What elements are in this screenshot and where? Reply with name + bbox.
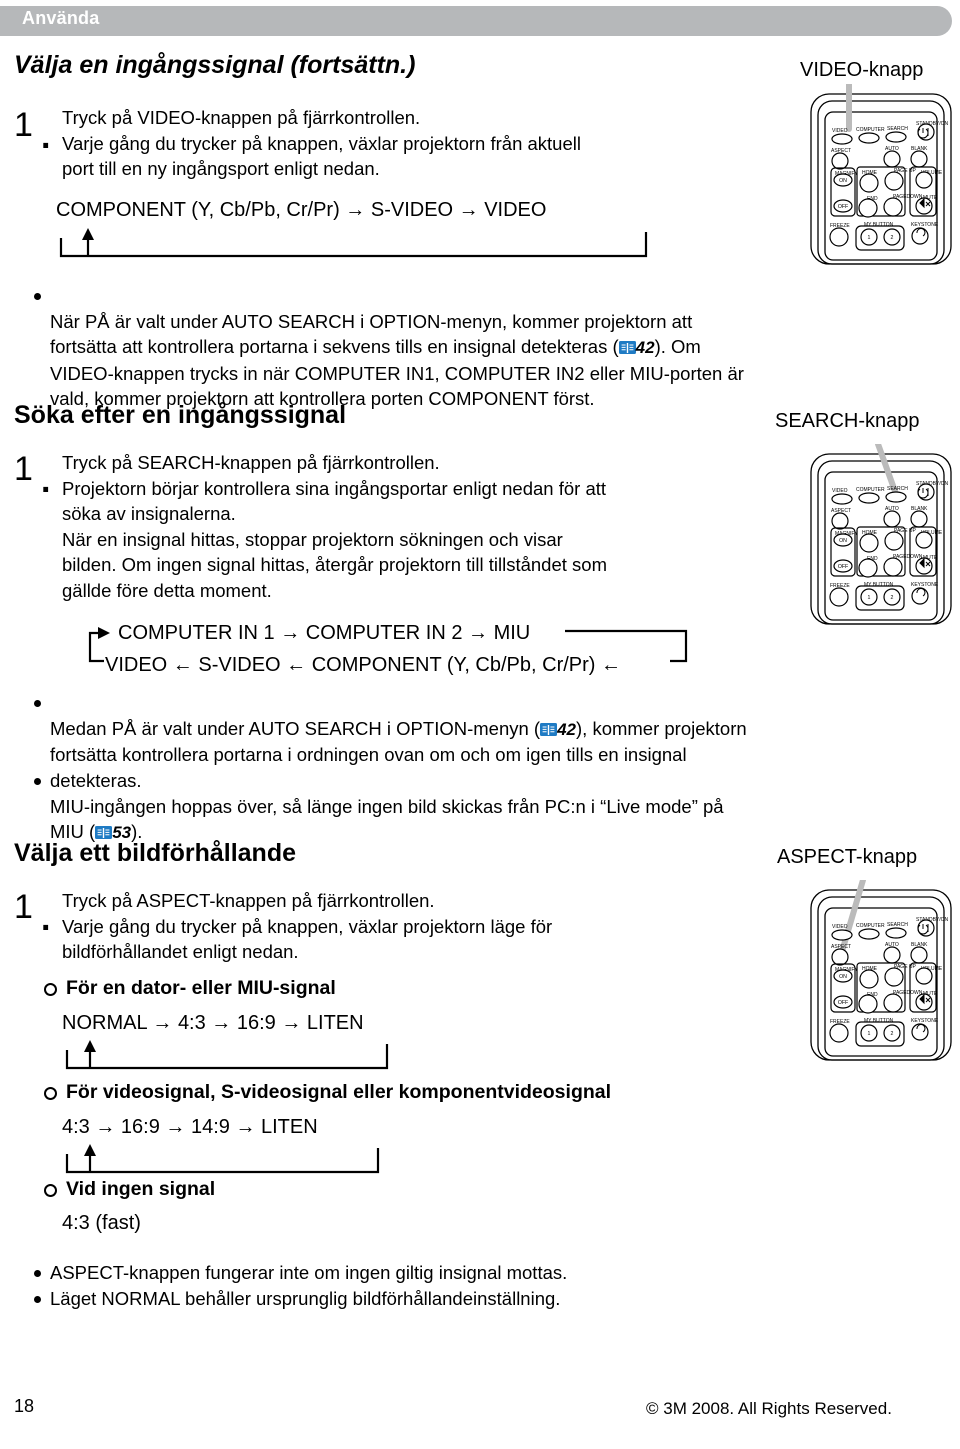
book-icon [95, 826, 113, 839]
subsection-heading-1: För en dator- eller MIU-signal [66, 977, 336, 999]
step-number-2: 1 [14, 450, 33, 488]
svg-text:1: 1 [868, 235, 871, 241]
remote-label-video: VIDEO-knapp [800, 59, 924, 81]
remote-control-image-aspect: VIDEO COMPUTER SEARCH STANDBY/ON ASPECT AUT… [810, 880, 952, 1061]
note-text-1: När PÅ är valt under AUTO SEARCH i OPTIO… [50, 283, 955, 412]
svg-text:KEYSTONE: KEYSTONE [911, 1018, 939, 1024]
svg-text:ON: ON [839, 178, 847, 184]
flow-input-order-video: COMPONENT (Y, Cb/Pb, Cr/Pr) → S-VIDEO → … [56, 199, 547, 221]
svg-text:MY BUTTON: MY BUTTON [864, 582, 894, 588]
svg-text:SEARCH: SEARCH [887, 126, 908, 132]
svg-text:ON: ON [839, 538, 847, 544]
flow-aspect-video: 4:3 → 16:9 → 14:9 → LITEN [62, 1116, 318, 1138]
banner-label: Använda [22, 8, 100, 28]
svg-text:ON: ON [839, 974, 847, 980]
step-dot-1: . [41, 118, 51, 156]
flow-aspect-computer: NORMAL → 4:3 → 16:9 → LITEN [62, 1012, 364, 1034]
svg-text:COMPUTER: COMPUTER [856, 127, 885, 133]
remote-label-search: SEARCH-knapp [775, 410, 920, 432]
svg-text:1: 1 [868, 595, 871, 601]
ring-icon-3 [44, 1184, 57, 1197]
step-text-1: Tryck på VIDEO-knappen på fjärrkontrolle… [62, 107, 581, 179]
subsection-heading-3: Vid ingen signal [66, 1178, 216, 1200]
svg-text:2: 2 [891, 235, 894, 241]
svg-text:OFF: OFF [838, 564, 848, 570]
book-icon [540, 722, 558, 736]
bullet-icon-4 [34, 1270, 41, 1277]
note-text-3-before: MIU-ingången hoppas över, så länge ingen… [50, 795, 724, 843]
step-text-2: Tryck på SEARCH-knappen på fjärrkontroll… [62, 452, 607, 601]
remote-control-image-video: VIDEO COMPUTER SEARCH STANDBY/ON ASPECT AUT… [810, 84, 952, 265]
note-text-5: Läget NORMAL behåller ursprunglig bildfö… [50, 1288, 561, 1309]
note-text-1-before: När PÅ är valt under AUTO SEARCH i OPTIO… [50, 310, 693, 358]
flow-aspect-nosignal: 4:3 (fast) [62, 1212, 141, 1234]
subsection-heading-2: För videosignal, S-videosignal eller kom… [66, 1081, 612, 1103]
step-dot-3: . [41, 900, 51, 938]
note-text-2-before: Medan PÅ är valt under AUTO SEARCH i OPT… [50, 717, 541, 739]
loop-arrow-icon-2 [88, 627, 688, 663]
bullet-icon-1 [34, 293, 41, 300]
document-page: Använda Välja en ingångssignal (fortsätt… [0, 0, 960, 1449]
page-ref-42-a: 42 [618, 334, 655, 361]
remote-label-aspect: ASPECT-knapp [777, 846, 918, 868]
ring-icon-1 [44, 983, 57, 996]
loop-arrow-icon-3 [65, 1040, 389, 1070]
svg-text:VIDEO: VIDEO [832, 924, 848, 930]
svg-text:MY BUTTON: MY BUTTON [864, 222, 894, 228]
svg-text:2: 2 [891, 595, 894, 601]
page-ref-42-b: 42 [540, 716, 576, 743]
loop-arrow-icon-1 [59, 228, 648, 258]
step-number-3: 1 [14, 888, 33, 926]
svg-text:COMPUTER: COMPUTER [856, 923, 885, 929]
section-title-search-input-signal: Söka efter en ingångssignal [14, 401, 347, 429]
note-text-4: ASPECT-knappen fungerar inte om ingen gi… [50, 1262, 568, 1283]
svg-text:OFF: OFF [838, 1000, 848, 1006]
section-title-select-aspect-ratio: Välja ett bildförhållande [14, 839, 296, 867]
svg-text:COMPUTER: COMPUTER [856, 487, 885, 493]
step-number-1: 1 [14, 106, 33, 144]
loop-arrow-icon-4 [65, 1144, 380, 1174]
step-dot-2: . [41, 462, 51, 500]
ring-icon-2 [44, 1087, 57, 1100]
book-icon [618, 341, 636, 354]
svg-text:SEARCH: SEARCH [887, 486, 908, 492]
svg-text:MY BUTTON: MY BUTTON [864, 1018, 894, 1024]
svg-text:SEARCH: SEARCH [887, 922, 908, 928]
page-ref-number: 42 [635, 338, 655, 357]
bullet-icon-3 [34, 778, 41, 785]
note-text-3: MIU-ingången hoppas över, så länge ingen… [50, 768, 955, 846]
page-number: 18 [14, 1396, 35, 1416]
section-title-select-input-signal: Välja en ingångssignal (fortsättn.) [14, 51, 416, 79]
svg-text:VIDEO: VIDEO [832, 128, 848, 134]
copyright-notice: © 3M 2008. All Rights Reserved. [646, 1399, 892, 1418]
step-text-3: Tryck på ASPECT-knappen på fjärrkontroll… [62, 890, 553, 962]
bullet-icon-2 [34, 700, 41, 707]
svg-text:1: 1 [868, 1031, 871, 1037]
page-ref-number: 42 [557, 719, 576, 739]
remote-control-image-search: VIDEO COMPUTER SEARCH STANDBY/ON ASPECT AUT… [810, 444, 952, 625]
section-banner [0, 6, 952, 36]
bullet-icon-5 [34, 1296, 41, 1303]
svg-text:KEYSTONE: KEYSTONE [911, 222, 939, 228]
svg-text:KEYSTONE: KEYSTONE [911, 582, 939, 588]
svg-text:OFF: OFF [838, 204, 848, 210]
svg-text:VIDEO: VIDEO [832, 488, 848, 494]
svg-text:2: 2 [891, 1031, 894, 1037]
